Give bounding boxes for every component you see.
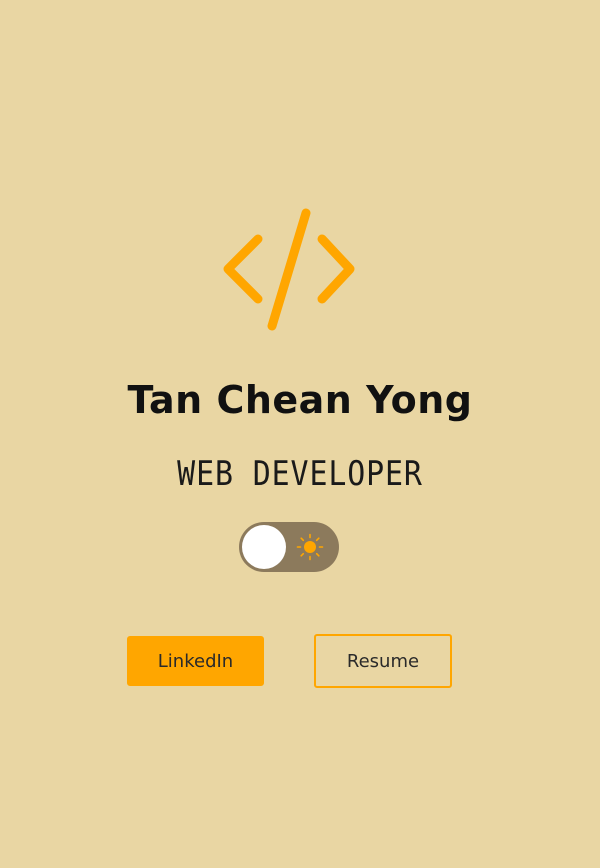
profile-role: WEB DEVELOPER: [177, 454, 423, 494]
resume-button[interactable]: Resume: [314, 634, 452, 688]
toggle-knob: [242, 525, 286, 569]
landing-page: Tan Chean Yong WEB DEVELOPER LinkedIn Re…: [0, 0, 600, 868]
linkedin-button[interactable]: LinkedIn: [127, 636, 264, 686]
code-brackets-icon: [223, 208, 355, 331]
theme-toggle[interactable]: [239, 522, 339, 572]
sun-icon: [296, 533, 324, 561]
profile-name: Tan Chean Yong: [127, 378, 473, 422]
